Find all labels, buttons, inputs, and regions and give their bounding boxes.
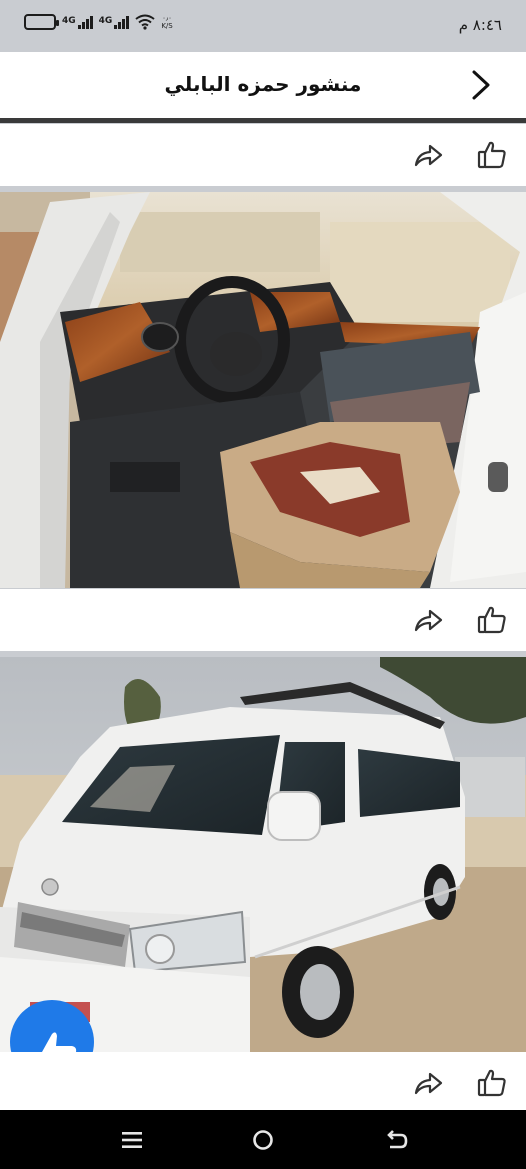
- chevron-right-icon[interactable]: [466, 68, 496, 102]
- thumbs-up-icon[interactable]: [476, 1067, 508, 1099]
- status-icons: 4G 4G ٠٫٠ K/S: [24, 14, 173, 30]
- back-icon[interactable]: [382, 1126, 410, 1154]
- wifi-icon: [135, 14, 155, 30]
- white-van-image: [0, 657, 526, 1052]
- page-header: منشور حمزه البابلي: [0, 52, 526, 118]
- post-actions-1: [0, 124, 526, 186]
- post-photo-interior[interactable]: [0, 192, 526, 588]
- header-divider: [0, 118, 526, 123]
- post-actions-2: [0, 589, 526, 651]
- menu-icon[interactable]: [118, 1126, 146, 1154]
- share-icon[interactable]: [412, 604, 444, 636]
- signal-icon-2: 4G: [98, 15, 130, 29]
- van-interior-image: [0, 192, 526, 588]
- network-label-2: 4G: [98, 15, 113, 26]
- share-icon[interactable]: [412, 139, 444, 171]
- system-nav-bar: [0, 1110, 526, 1169]
- home-icon[interactable]: [249, 1126, 277, 1154]
- status-bar: 4G 4G ٠٫٠ K/S ٨:٤٦ م: [0, 0, 526, 52]
- share-icon[interactable]: [412, 1067, 444, 1099]
- network-speed: ٠٫٠ K/S: [161, 14, 173, 30]
- post-photo-exterior[interactable]: [0, 657, 526, 1052]
- status-time: ٨:٤٦ م: [458, 16, 502, 34]
- battery-icon: [24, 14, 59, 30]
- network-label-1: 4G: [62, 15, 76, 26]
- thumbs-up-icon[interactable]: [476, 604, 508, 636]
- signal-icon-1: 4G: [62, 15, 93, 29]
- thumbs-up-icon[interactable]: [476, 139, 508, 171]
- page-title: منشور حمزه البابلي: [164, 72, 362, 96]
- post-actions-3: [0, 1052, 526, 1110]
